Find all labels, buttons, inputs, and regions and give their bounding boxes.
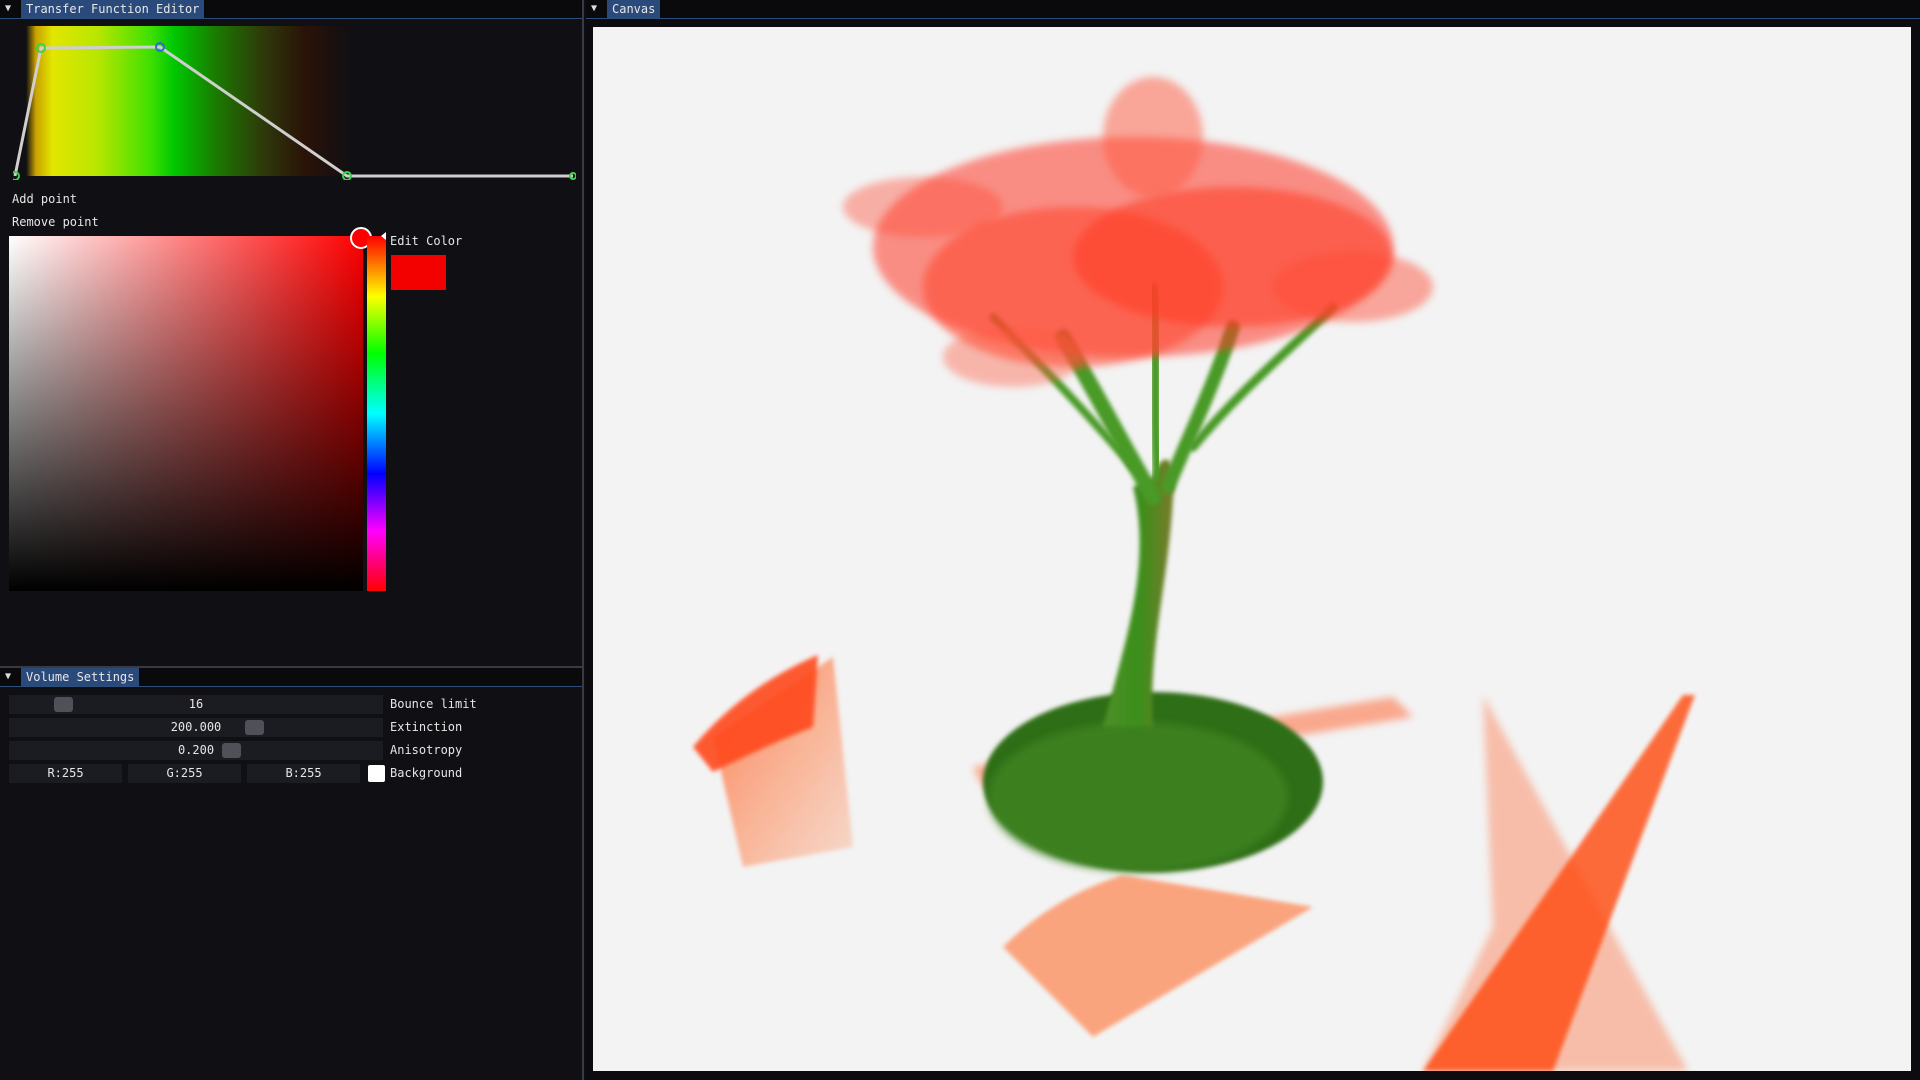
background-r-field[interactable]: R:255 — [9, 764, 122, 783]
render-foliage — [1273, 252, 1433, 322]
bounce-limit-slider[interactable]: 16 — [9, 695, 383, 714]
tf-curve-line — [13, 45, 573, 178]
collapse-icon[interactable]: ▼ — [5, 672, 15, 682]
remove-point-button[interactable]: Remove point — [12, 212, 99, 232]
saturation-value-picker[interactable] — [9, 236, 363, 591]
collapse-icon[interactable]: ▼ — [5, 4, 15, 14]
vs-titlebar[interactable]: ▼ Volume Settings — [0, 668, 582, 687]
anisotropy-slider[interactable]: 0.200 — [9, 741, 383, 760]
extinction-label: Extinction — [390, 720, 463, 734]
canvas-title: Canvas — [607, 0, 661, 18]
volume-render-image — [693, 77, 1695, 1071]
background-b-field[interactable]: B:255 — [247, 764, 360, 783]
render-foliage — [1103, 77, 1203, 197]
transfer-function-graph[interactable] — [13, 26, 576, 180]
transfer-function-panel: ▼ Transfer Function Editor Add point Rem… — [0, 0, 584, 666]
extinction-slider[interactable]: 200.000 — [9, 718, 383, 737]
render-foliage — [943, 327, 1083, 387]
extinction-value: 200.000 — [170, 720, 222, 734]
vs-title: Volume Settings — [21, 668, 140, 686]
background-g-field[interactable]: G:255 — [128, 764, 241, 783]
anisotropy-label: Anisotropy — [390, 743, 463, 757]
selected-color-swatch[interactable] — [391, 255, 446, 290]
canvas-titlebar[interactable]: ▼ Canvas — [586, 0, 1920, 19]
render-foliage — [843, 177, 1003, 237]
collapse-icon[interactable]: ▼ — [591, 4, 601, 14]
bounce-limit-value: 16 — [188, 697, 204, 711]
tf-titlebar[interactable]: ▼ Transfer Function Editor — [0, 0, 582, 19]
render-slab — [1003, 875, 1313, 1037]
hue-slider[interactable] — [367, 236, 386, 591]
background-label: Background — [390, 766, 463, 780]
hue-slider-arrow-icon[interactable] — [381, 232, 386, 240]
edit-color-label: Edit Color — [390, 234, 463, 248]
anisotropy-value: 0.200 — [177, 743, 215, 757]
render-moss — [988, 722, 1288, 872]
render-viewport[interactable] — [593, 27, 1911, 1071]
add-point-button[interactable]: Add point — [12, 189, 77, 209]
background-color-swatch[interactable] — [368, 765, 385, 782]
bounce-limit-label: Bounce limit — [390, 697, 477, 711]
render-trunk — [1103, 459, 1174, 727]
tf-title: Transfer Function Editor — [21, 0, 205, 18]
tf-opacity-curve — [13, 42, 576, 180]
